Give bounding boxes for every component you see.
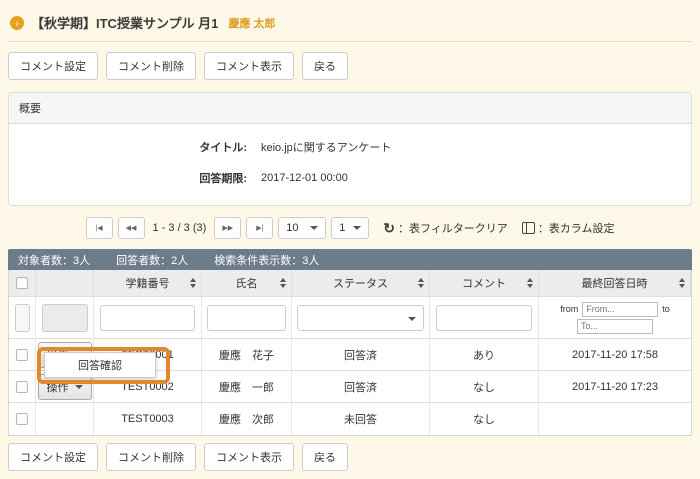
from-label: from	[560, 304, 578, 314]
cell-operation-empty	[36, 403, 94, 435]
cell-last-answered: 2017-11-20 17:23	[539, 371, 691, 402]
cell-status: 未回答	[292, 403, 430, 435]
filter-clear-control: ↻ ：表フィルタークリア	[383, 220, 508, 236]
chevron-circle-icon: ›	[10, 16, 24, 30]
page-number-select[interactable]: 1	[331, 217, 369, 239]
column-header-label: 学籍番号	[126, 275, 170, 291]
bottom-toolbar: コメント設定 コメント削除 コメント表示 戻る	[8, 443, 692, 471]
cell-comment: なし	[430, 371, 539, 402]
header-divider	[8, 41, 692, 42]
sort-icon[interactable]	[280, 278, 286, 288]
sort-icon[interactable]	[418, 278, 424, 288]
overview-panel-header: 概要	[9, 93, 691, 124]
row-checkbox[interactable]	[16, 381, 28, 393]
column-header-label: 最終回答日時	[582, 275, 648, 291]
prev-page-button[interactable]: ◀◀	[118, 217, 145, 239]
select-all-checkbox[interactable]	[16, 277, 28, 289]
back-button[interactable]: 戻る	[302, 52, 348, 80]
page-size-value: 10	[286, 222, 298, 234]
next-page-button[interactable]: ▶▶	[214, 217, 241, 239]
row-checkbox[interactable]	[16, 349, 28, 361]
cell-last-answered: 2017-11-20 17:58	[539, 339, 691, 370]
last-page-button[interactable]: ▶|	[246, 217, 273, 239]
page-size-select[interactable]: 10	[278, 217, 326, 239]
comment-show-button[interactable]: コメント表示	[204, 443, 294, 471]
cell-status: 回答済	[292, 339, 430, 370]
caret-down-icon	[353, 226, 361, 230]
overview-panel: 概要 タイトル: keio.jpに関するアンケート 回答期限: 2017-12-…	[8, 92, 692, 206]
column-config-label: ：表カラム設定	[538, 220, 615, 236]
sort-icon[interactable]	[679, 278, 685, 288]
cell-name: 慶應 花子	[202, 339, 292, 370]
overview-panel-body: タイトル: keio.jpに関するアンケート 回答期限: 2017-12-01 …	[9, 124, 691, 205]
back-button[interactable]: 戻る	[302, 443, 348, 471]
field-value: 2017-12-01 00:00	[261, 172, 348, 184]
table-row: TEST0003 慶應 次郎 未回答 なし	[9, 403, 691, 435]
stat-targets: 対象者数：3人	[18, 252, 90, 268]
sort-icon[interactable]	[527, 278, 533, 288]
comment-delete-button[interactable]: コメント削除	[106, 443, 196, 471]
operation-button-label: 操作	[47, 379, 69, 395]
cell-student-id: TEST0003	[94, 403, 202, 435]
sort-icon[interactable]	[190, 278, 196, 288]
first-page-button[interactable]: |◀	[86, 217, 113, 239]
page: › 【秋学期】ITC授業サンプル 月1 慶應 太郎 コメント設定 コメント削除 …	[0, 0, 700, 479]
student-id-filter-input[interactable]	[100, 305, 194, 331]
comment-show-button[interactable]: コメント表示	[204, 52, 294, 80]
cell-name: 慶應 一郎	[202, 371, 292, 402]
filter-row: from to	[9, 297, 691, 339]
name-filter-input[interactable]	[207, 305, 285, 331]
overview-field-title: タイトル: keio.jpに関するアンケート	[19, 139, 681, 155]
field-label: タイトル:	[19, 139, 247, 155]
operation-filter-box	[42, 304, 88, 332]
date-from-input[interactable]	[582, 302, 658, 317]
caret-down-icon	[310, 226, 318, 230]
status-filter-select[interactable]	[297, 305, 423, 331]
refresh-icon[interactable]: ↻	[383, 221, 395, 235]
comment-set-button[interactable]: コメント設定	[8, 443, 98, 471]
column-header-label: ステータス	[333, 275, 388, 291]
stats-bar: 対象者数：3人 回答者数：2人 検索条件表示数：3人	[8, 249, 692, 270]
column-header-label: コメント	[462, 275, 506, 291]
table-columns-icon[interactable]	[522, 222, 535, 234]
column-header-label: 氏名	[236, 275, 258, 291]
comment-filter-input[interactable]	[436, 305, 531, 331]
stat-filtered: 検索条件表示数：3人	[214, 252, 319, 268]
to-label: to	[662, 304, 670, 314]
field-label: 回答期限:	[19, 170, 247, 186]
overview-field-deadline: 回答期限: 2017-12-01 00:00	[19, 170, 681, 186]
cell-last-answered	[539, 403, 691, 435]
field-value: keio.jpに関するアンケート	[261, 139, 391, 155]
column-header-student-id[interactable]: 学籍番号	[94, 270, 202, 296]
checkbox-filter-box	[15, 304, 30, 332]
comment-delete-button[interactable]: コメント削除	[106, 52, 196, 80]
row-checkbox[interactable]	[16, 413, 28, 425]
dropdown-menu-item-answer-check[interactable]: 回答確認	[44, 352, 156, 378]
user-name-link[interactable]: 慶應 太郎	[228, 15, 275, 31]
stat-respondents: 回答者数：2人	[116, 252, 188, 268]
caret-down-icon	[408, 317, 416, 321]
operation-column-header	[36, 270, 94, 296]
date-to-input[interactable]	[577, 319, 653, 334]
table-header-row: 学籍番号 氏名 ステータス コメント 最終回答日時	[9, 270, 691, 297]
caret-down-icon	[75, 385, 83, 389]
cell-comment: あり	[430, 339, 539, 370]
page-range-text: 1 - 3 / 3 (3)	[153, 222, 207, 234]
cell-comment: なし	[430, 403, 539, 435]
cell-name: 慶應 次郎	[202, 403, 292, 435]
column-header-last-answered[interactable]: 最終回答日時	[539, 270, 691, 296]
cell-status: 回答済	[292, 371, 430, 402]
filter-clear-label: ：表フィルタークリア	[398, 220, 508, 236]
page-header: › 【秋学期】ITC授業サンプル 月1 慶應 太郎	[8, 8, 692, 41]
column-header-name[interactable]: 氏名	[202, 270, 292, 296]
column-header-comment[interactable]: コメント	[430, 270, 539, 296]
date-range-filter: from to	[539, 302, 691, 334]
comment-set-button[interactable]: コメント設定	[8, 52, 98, 80]
top-toolbar: コメント設定 コメント削除 コメント表示 戻る	[8, 52, 692, 80]
page-number-value: 1	[339, 222, 345, 234]
column-header-status[interactable]: ステータス	[292, 270, 430, 296]
page-title: 【秋学期】ITC授業サンプル 月1	[31, 13, 218, 32]
pagination-bar: |◀ ◀◀ 1 - 3 / 3 (3) ▶▶ ▶| 10 1 ↻ ：表フィルター…	[8, 216, 692, 240]
column-config-control: ：表カラム設定	[522, 220, 615, 236]
